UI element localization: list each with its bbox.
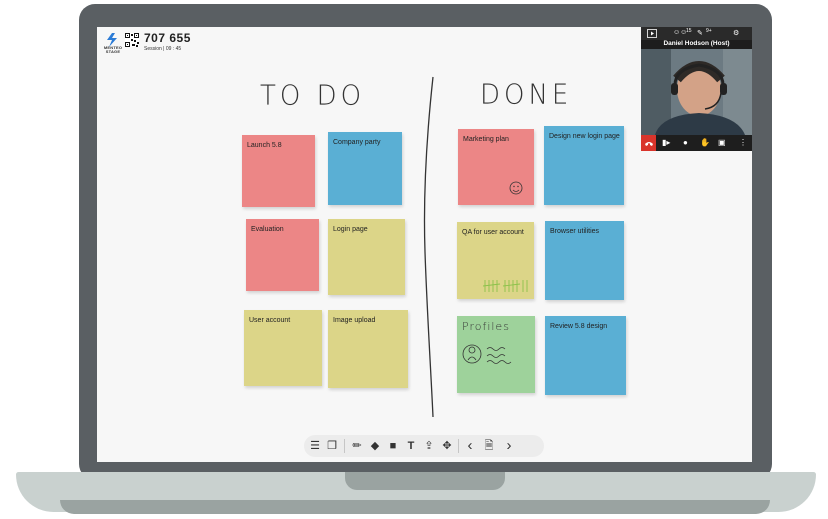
sticky-note[interactable]: QA for user account [457,222,534,299]
note-label: Login page [333,226,368,233]
done-heading: DONE [480,79,573,111]
sticky-note[interactable]: Image upload [328,310,408,388]
chat-icon[interactable]: ✎ [697,29,703,37]
sticky-note[interactable]: Profiles [457,316,535,393]
video-controls: ▮▸ ● ✋ ▣ ⋮ [641,135,752,151]
raise-hand-icon[interactable]: ✋ [700,138,710,147]
chat-count: 9+ [706,28,712,34]
sketch-text: Profiles [462,320,510,333]
note-label: User account [249,317,291,324]
pen-icon[interactable]: ✏ [349,438,365,454]
eraser-icon[interactable]: ◆ [367,438,383,454]
more-options-icon[interactable]: ⋮ [739,138,747,147]
smiley-doodle-icon [509,181,523,195]
microphone-icon[interactable]: ● [683,138,688,147]
qr-code-icon[interactable] [125,33,139,47]
sticky-note[interactable]: Company party [328,132,402,205]
prev-page-icon[interactable]: ‹ [462,438,478,454]
whiteboard-screen[interactable]: MENTEO STAGE 707 655 Session | 09 : 45 T… [97,27,752,462]
sticky-note[interactable]: Evaluation [246,219,319,291]
note-label: QA for user account [462,229,524,236]
settings-gear-icon[interactable]: ⚙ [733,29,739,37]
upload-icon[interactable]: ⇪ [421,438,437,454]
toolbar-separator [458,439,459,453]
note-label: Launch 5.8 [247,142,282,149]
bottom-toolbar: ☰ ❐ ✏ ◆ ■ T ⇪ ✥ ‹ 🗎 › [304,435,544,457]
host-video-icon [641,49,752,135]
note-label: Browser utilities [550,228,600,235]
sticky-note[interactable]: User account [244,310,322,386]
next-page-icon[interactable]: › [501,438,517,454]
text-tool-icon[interactable]: T [403,438,419,454]
presentation-icon[interactable] [647,29,657,38]
sticky-note[interactable]: Login page [328,219,405,295]
layers-icon[interactable]: ❐ [324,438,340,454]
laptop-base-shadow [60,500,770,514]
session-code: 707 655 [144,31,191,45]
todo-heading: TO DO [260,80,366,112]
session-time: Session | 09 : 45 [144,46,182,52]
sticky-note[interactable]: Browser utilities [545,221,624,300]
note-label: Evaluation [251,226,284,233]
video-top-bar: ☺☺ 15 ✎ 9+ ⚙ [641,27,752,40]
hangup-button[interactable] [641,135,656,151]
page-icon[interactable]: 🗎 [481,438,497,454]
host-video-frame [641,49,752,135]
sticky-note-icon[interactable]: ■ [385,438,401,454]
menu-icon[interactable]: ☰ [307,438,323,454]
video-panel: ☺☺ 15 ✎ 9+ ⚙ Daniel Hodson (Host) ▮▸ ● ✋… [641,27,752,151]
tally-marks-doodle-icon [483,280,528,292]
note-label: Design new login page [549,133,620,140]
profile-sketch-icon [462,344,512,364]
sticky-note[interactable]: Launch 5.8 [242,135,315,207]
sticky-note[interactable]: Design new login page [544,126,624,205]
sticky-note[interactable]: Review 5.8 design [545,316,626,395]
phone-hangup-icon [645,142,653,146]
participants-count: 15 [686,28,692,34]
screen-share-icon[interactable]: ▣ [718,138,726,147]
note-label: Company party [333,139,381,146]
camera-icon[interactable]: ▮▸ [662,138,670,147]
sticky-note[interactable]: Marketing plan [458,129,534,205]
toolbar-separator [344,439,345,453]
note-label: Image upload [333,317,376,324]
laptop-notch [345,472,505,490]
brand-name: MENTEO STAGE [103,45,123,54]
note-label: Marketing plan [463,136,509,143]
host-name: Daniel Hodson (Host) [663,40,730,47]
note-label: Review 5.8 design [550,323,608,330]
move-icon[interactable]: ✥ [439,438,455,454]
